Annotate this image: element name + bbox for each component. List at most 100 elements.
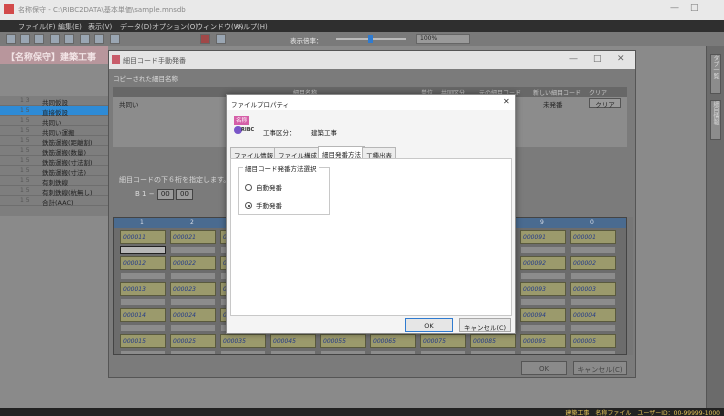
close-icon[interactable]: ✕ xyxy=(503,97,510,106)
grid-code-cell[interactable]: 000094 xyxy=(520,308,566,322)
grid-blank-cell[interactable] xyxy=(570,246,616,254)
settings-icon[interactable] xyxy=(216,34,226,44)
grid-code-cell[interactable]: 000004 xyxy=(570,308,616,322)
grid-code-cell[interactable]: 000093 xyxy=(520,282,566,296)
grid-code-cell[interactable]: 000005 xyxy=(570,334,616,348)
grid-blank-cell[interactable] xyxy=(220,350,266,354)
paste-icon[interactable] xyxy=(64,34,74,44)
grid-blank-cell[interactable] xyxy=(570,324,616,332)
list-item[interactable]: 1 5 合計(AAC) xyxy=(0,196,112,207)
filter-icon[interactable] xyxy=(94,34,104,44)
grid-code-cell[interactable]: 000023 xyxy=(170,282,216,296)
grid-blank-cell[interactable] xyxy=(120,272,166,280)
menu-item-data[interactable]: データ(D) xyxy=(120,22,152,32)
grid-blank-cell[interactable] xyxy=(520,272,566,280)
grid-code-cell[interactable]: 000045 xyxy=(270,334,316,348)
grid-code-cell[interactable]: 000095 xyxy=(520,334,566,348)
menu-item-file[interactable]: ファイル(F) xyxy=(18,22,56,32)
minimize-icon[interactable]: — xyxy=(670,3,679,13)
grid-code-cell[interactable]: 000001 xyxy=(570,230,616,244)
grid-code-cell[interactable]: 000021 xyxy=(170,230,216,244)
grid-blank-cell[interactable] xyxy=(520,324,566,332)
cancel-button[interactable]: キャンセル(C) xyxy=(573,361,627,375)
search-icon[interactable] xyxy=(80,34,90,44)
grid-code-cell[interactable]: 000024 xyxy=(170,308,216,322)
maximize-icon[interactable]: □ xyxy=(690,3,699,13)
grid-blank-cell[interactable] xyxy=(570,350,616,354)
zoom-slider-thumb[interactable] xyxy=(368,35,373,43)
ok-button[interactable]: OK xyxy=(521,361,567,375)
grid-scrollbar[interactable] xyxy=(627,217,633,355)
grid-code-cell[interactable]: 000092 xyxy=(520,256,566,270)
list-item-selected[interactable]: 1 5 直接仮設 xyxy=(0,106,112,117)
right-tab-list[interactable]: タブ一覧 xyxy=(710,54,721,94)
grid-code-cell[interactable]: 000002 xyxy=(570,256,616,270)
list-item[interactable]: 1 5 有刺鉄線(杭無し) xyxy=(0,186,112,197)
grid-code-cell[interactable]: 000025 xyxy=(170,334,216,348)
grid-blank-cell[interactable] xyxy=(170,272,216,280)
grid-blank-cell[interactable] xyxy=(120,298,166,306)
grid-blank-cell[interactable] xyxy=(370,350,416,354)
list-item[interactable]: 1 5 有刺鉄線 xyxy=(0,176,112,187)
grid-blank-cell[interactable] xyxy=(420,350,466,354)
list-item[interactable]: 1 5 鉄筋運搬(寸法割) xyxy=(0,156,112,167)
grid-blank-cell[interactable] xyxy=(170,298,216,306)
radio-manual-numbering[interactable]: 手動発番 xyxy=(245,200,282,210)
grid-code-cell[interactable]: 000091 xyxy=(520,230,566,244)
maximize-icon[interactable]: □ xyxy=(593,54,602,64)
refresh-icon[interactable] xyxy=(110,34,120,44)
zoom-select[interactable]: 100% xyxy=(416,34,470,44)
menu-item-edit[interactable]: 編集(E) xyxy=(58,22,82,32)
grid-code-cell[interactable]: 000055 xyxy=(320,334,366,348)
delete-icon[interactable] xyxy=(200,34,210,44)
code-part2-field[interactable]: 00 xyxy=(175,189,193,200)
grid-blank-cell[interactable] xyxy=(520,246,566,254)
grid-code-cell[interactable]: 000014 xyxy=(120,308,166,322)
grid-blank-cell[interactable] xyxy=(120,324,166,332)
minimize-icon[interactable]: — xyxy=(569,54,578,64)
grid-code-cell[interactable]: 000012 xyxy=(120,256,166,270)
grid-code-cell[interactable]: 000015 xyxy=(120,334,166,348)
grid-blank-cell[interactable] xyxy=(120,350,166,354)
grid-blank-cell[interactable] xyxy=(170,350,216,354)
open-icon[interactable] xyxy=(6,34,16,44)
list-item[interactable]: 1 5 共同い運搬 xyxy=(0,126,112,137)
save-icon[interactable] xyxy=(20,34,30,44)
list-item[interactable]: 1 5 鉄筋運搬(数量) xyxy=(0,146,112,157)
clear-button[interactable]: クリア xyxy=(589,98,621,109)
grid-code-cell[interactable]: 000075 xyxy=(420,334,466,348)
grid-blank-cell[interactable] xyxy=(170,324,216,332)
grid-blank-cell[interactable] xyxy=(570,298,616,306)
grid-blank-cell[interactable] xyxy=(520,350,566,354)
grid-code-cell[interactable]: 000065 xyxy=(370,334,416,348)
menu-item-options[interactable]: オプション(O) xyxy=(152,22,198,32)
grid-blank-cell[interactable] xyxy=(270,350,316,354)
grid-code-cell[interactable]: 000013 xyxy=(120,282,166,296)
grid-code-cell[interactable]: 000035 xyxy=(220,334,266,348)
menu-item-view[interactable]: 表示(V) xyxy=(88,22,112,32)
grid-blank-cell[interactable] xyxy=(520,298,566,306)
menu-item-help[interactable]: ヘルプ(H) xyxy=(236,22,268,32)
grid-blank-cell[interactable] xyxy=(470,350,516,354)
list-item[interactable]: 1 5 鉄筋運搬(距離割) xyxy=(0,136,112,147)
list-item[interactable]: 1 5 鉄筋運搬(寸法) xyxy=(0,166,112,177)
grid-code-cell[interactable]: 000011 xyxy=(120,230,166,244)
cancel-button[interactable]: キャンセル(C) xyxy=(459,318,511,332)
list-item[interactable]: 1 5 共同い xyxy=(0,116,112,127)
list-item-num: 1 5 xyxy=(20,157,30,164)
ok-button[interactable]: OK xyxy=(405,318,453,332)
list-item[interactable]: 1 3 共同仮設 xyxy=(0,96,112,107)
radio-auto-numbering[interactable]: 自動発番 xyxy=(245,182,282,192)
grid-blank-cell[interactable] xyxy=(570,272,616,280)
code-part1-field[interactable]: 00 xyxy=(156,189,174,200)
grid-code-cell[interactable]: 000022 xyxy=(170,256,216,270)
close-icon[interactable]: ✕ xyxy=(617,54,625,64)
grid-selected-cell[interactable] xyxy=(120,246,166,254)
right-tab-detail[interactable]: 細目情報 xyxy=(710,100,721,140)
grid-blank-cell[interactable] xyxy=(320,350,366,354)
grid-blank-cell[interactable] xyxy=(170,246,216,254)
copy-icon[interactable] xyxy=(50,34,60,44)
grid-code-cell[interactable]: 000003 xyxy=(570,282,616,296)
grid-code-cell[interactable]: 000085 xyxy=(470,334,516,348)
print-icon[interactable] xyxy=(34,34,44,44)
